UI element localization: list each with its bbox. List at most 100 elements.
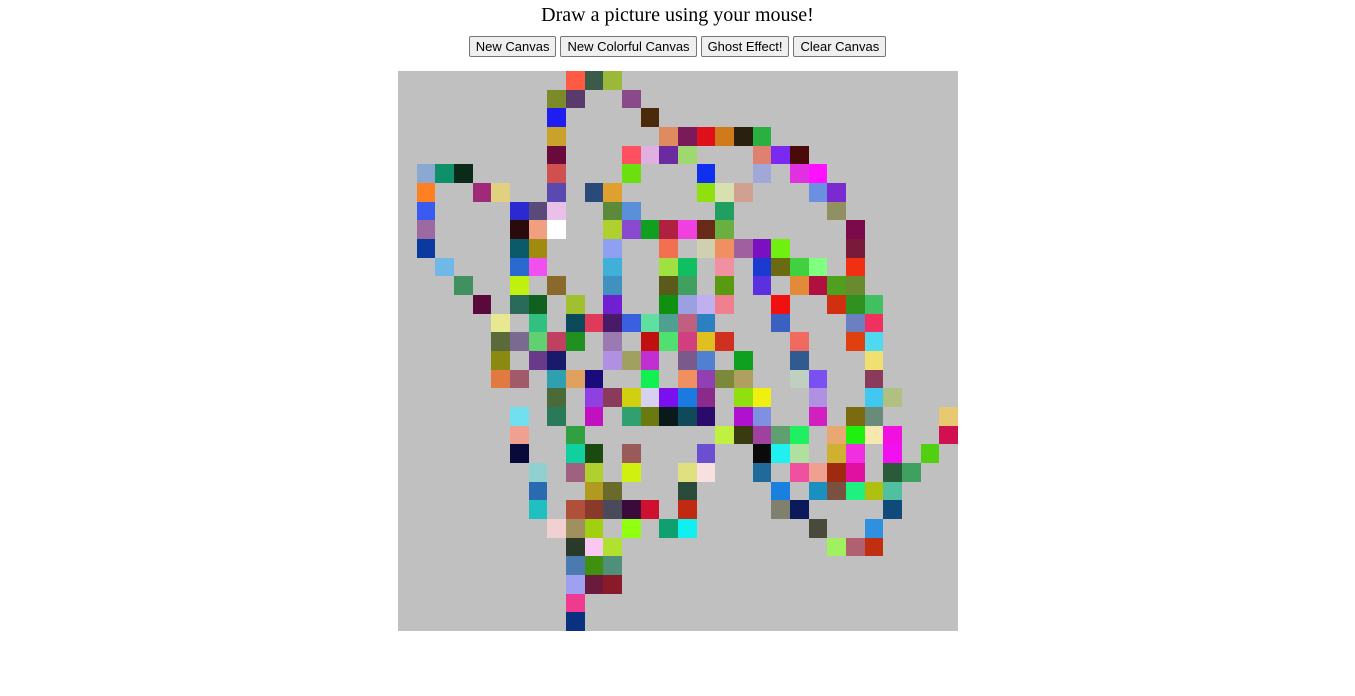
grid-cell[interactable] — [659, 183, 678, 202]
grid-cell[interactable] — [677, 350, 697, 370]
grid-cell[interactable] — [939, 71, 958, 90]
grid-cell[interactable] — [939, 332, 958, 351]
grid-cell[interactable] — [473, 519, 492, 538]
grid-cell[interactable] — [753, 295, 772, 314]
grid-cell[interactable] — [398, 220, 417, 239]
grid-cell[interactable] — [659, 108, 678, 127]
grid-cell[interactable] — [417, 90, 436, 109]
grid-cell[interactable] — [584, 481, 604, 501]
grid-cell[interactable] — [939, 556, 958, 575]
grid-cell[interactable] — [491, 239, 510, 258]
grid-cell[interactable] — [790, 202, 809, 221]
grid-cell[interactable] — [417, 575, 436, 594]
grid-cell[interactable] — [939, 519, 958, 538]
grid-cell[interactable] — [902, 183, 921, 202]
grid-cell[interactable] — [491, 444, 510, 463]
grid-cell[interactable] — [528, 220, 548, 239]
grid-cell[interactable] — [491, 295, 510, 314]
grid-cell[interactable] — [790, 127, 809, 146]
grid-cell[interactable] — [790, 183, 809, 202]
grid-cell[interactable] — [697, 519, 716, 538]
grid-cell[interactable] — [809, 594, 828, 613]
grid-cell[interactable] — [622, 71, 641, 90]
grid-cell[interactable] — [883, 594, 902, 613]
grid-cell[interactable] — [473, 426, 492, 445]
grid-cell[interactable] — [939, 127, 958, 146]
grid-cell[interactable] — [939, 146, 958, 165]
grid-cell[interactable] — [435, 482, 454, 501]
grid-cell[interactable] — [715, 71, 734, 90]
grid-cell[interactable] — [715, 612, 734, 631]
grid-cell[interactable] — [734, 314, 753, 333]
grid-cell[interactable] — [771, 538, 790, 557]
grid-cell[interactable] — [865, 164, 884, 183]
grid-cell[interactable] — [902, 314, 921, 333]
grid-cell[interactable] — [771, 313, 790, 333]
grid-cell[interactable] — [939, 388, 958, 407]
grid-cell[interactable] — [585, 276, 604, 295]
grid-cell[interactable] — [510, 612, 529, 631]
grid-cell[interactable] — [528, 500, 548, 519]
grid-cell[interactable] — [734, 146, 753, 165]
grid-cell[interactable] — [547, 575, 566, 594]
grid-cell[interactable] — [621, 406, 641, 426]
grid-cell[interactable] — [939, 258, 958, 277]
grid-cell[interactable] — [454, 258, 473, 277]
grid-cell[interactable] — [398, 164, 417, 183]
grid-cell[interactable] — [921, 239, 940, 258]
grid-cell[interactable] — [696, 294, 716, 314]
grid-cell[interactable] — [883, 556, 902, 575]
grid-cell[interactable] — [715, 556, 734, 575]
grid-cell[interactable] — [622, 258, 641, 277]
grid-cell[interactable] — [921, 388, 940, 407]
grid-cell[interactable] — [734, 90, 753, 109]
grid-cell[interactable] — [491, 369, 510, 389]
grid-cell[interactable] — [603, 463, 622, 482]
grid-cell[interactable] — [939, 575, 958, 594]
grid-cell[interactable] — [939, 295, 958, 314]
grid-cell[interactable] — [883, 500, 902, 519]
grid-cell[interactable] — [939, 202, 958, 221]
grid-cell[interactable] — [752, 238, 772, 258]
grid-cell[interactable] — [771, 370, 790, 389]
grid-cell[interactable] — [398, 594, 417, 613]
grid-cell[interactable] — [641, 239, 660, 258]
grid-cell[interactable] — [584, 556, 604, 575]
grid-cell[interactable] — [435, 127, 454, 146]
grid-cell[interactable] — [771, 463, 790, 482]
grid-cell[interactable] — [659, 575, 678, 594]
grid-cell[interactable] — [640, 332, 660, 351]
grid-cell[interactable] — [697, 500, 716, 519]
grid-cell[interactable] — [435, 295, 454, 314]
grid-cell[interactable] — [827, 444, 846, 463]
grid-cell[interactable] — [510, 388, 529, 407]
grid-cell[interactable] — [921, 108, 940, 127]
grid-cell[interactable] — [921, 594, 940, 613]
grid-cell[interactable] — [733, 238, 753, 258]
grid-cell[interactable] — [883, 183, 902, 202]
grid-cell[interactable] — [584, 388, 604, 407]
grid-cell[interactable] — [809, 108, 828, 127]
grid-cell[interactable] — [584, 518, 604, 538]
grid-cell[interactable] — [585, 220, 604, 239]
grid-cell[interactable] — [790, 388, 809, 407]
grid-cell[interactable] — [827, 127, 846, 146]
grid-cell[interactable] — [398, 351, 417, 370]
grid-cell[interactable] — [473, 612, 492, 631]
grid-cell[interactable] — [715, 332, 734, 351]
grid-cell[interactable] — [398, 519, 417, 538]
grid-cell[interactable] — [659, 313, 678, 333]
grid-cell[interactable] — [677, 276, 697, 295]
grid-cell[interactable] — [790, 575, 809, 594]
grid-cell[interactable] — [491, 182, 510, 202]
grid-cell[interactable] — [417, 258, 436, 277]
grid-cell[interactable] — [398, 463, 417, 482]
grid-cell[interactable] — [697, 538, 716, 557]
grid-cell[interactable] — [827, 294, 846, 314]
grid-cell[interactable] — [453, 164, 473, 183]
grid-cell[interactable] — [435, 164, 454, 183]
grid-cell[interactable] — [435, 220, 454, 239]
grid-cell[interactable] — [771, 519, 790, 538]
grid-cell[interactable] — [603, 71, 622, 90]
grid-cell[interactable] — [696, 313, 716, 333]
